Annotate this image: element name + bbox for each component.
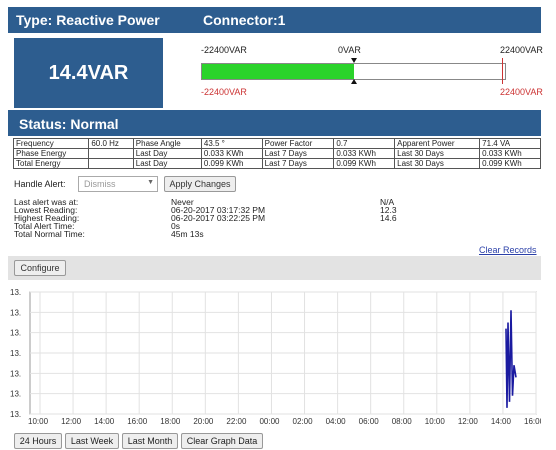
apply-changes-button[interactable]: Apply Changes	[164, 176, 236, 192]
info-table: Frequency 60.0 Hz Phase Angle 43.5 ° Power F…	[12, 138, 541, 169]
info-cell: 0.033 KWh	[333, 148, 396, 159]
x-tick-label: 22:00	[226, 417, 247, 426]
x-tick-label: 16:00	[127, 417, 148, 426]
gauge-max-limit: 22400VAR	[500, 87, 543, 97]
history-graph: 13. 13. 13. 13. 13. 13. 13. 10:00 12:00 14:00 16:0…	[8, 284, 545, 432]
info-row: Total Energy Last Day 0.099 KWh Last 7 Days…	[12, 158, 541, 169]
range-last-week-button[interactable]: Last Week	[65, 433, 119, 449]
info-cell: 0.033 KWh	[200, 148, 263, 159]
info-cell: Last 7 Days	[261, 158, 335, 169]
info-cell: 0.033 KWh	[479, 148, 541, 159]
x-tick-label: 10:00	[425, 417, 446, 426]
info-cell	[88, 148, 134, 159]
info-cell: Apparent Power	[394, 138, 481, 149]
x-tick-label: 14:00	[491, 417, 512, 426]
info-cell: 0.099 KWh	[200, 158, 263, 169]
y-tick-label: 13.	[10, 369, 21, 378]
record-value: 14.6	[380, 213, 397, 223]
configure-button[interactable]: Configure	[14, 260, 66, 276]
record-time: 06-20-2017 03:22:25 PM	[171, 213, 266, 223]
gauge-min-limit: -22400VAR	[201, 87, 247, 97]
record-time: 45m 13s	[171, 229, 204, 239]
info-cell: Last Day	[132, 158, 202, 169]
handle-alert-label: Handle Alert:	[14, 179, 66, 189]
x-tick-label: 12:00	[458, 417, 479, 426]
gauge-zero-marker-bottom	[351, 79, 357, 84]
info-cell: 0.7	[333, 138, 396, 149]
info-cell: 71.4 VA	[479, 138, 541, 149]
x-tick-label: 12:00	[61, 417, 82, 426]
connector-label: Connector:1	[203, 12, 286, 28]
info-cell: Last 30 Days	[394, 148, 481, 159]
alert-action-value: Dismiss	[84, 179, 116, 189]
x-tick-label: 10:00	[28, 417, 49, 426]
info-cell: Last 7 Days	[261, 148, 335, 159]
x-tick-label: 16:00	[524, 417, 541, 426]
y-tick-label: 13.	[10, 390, 21, 399]
info-cell: 0.099 KWh	[479, 158, 541, 169]
info-cell: Phase Angle	[132, 138, 202, 149]
gauge-max-label: 22400VAR	[500, 45, 543, 55]
reading-value: 14.4VAR	[14, 38, 163, 108]
gauge-bar-fill	[202, 64, 354, 79]
chevron-down-icon: ▼	[147, 179, 154, 186]
info-cell: Power Factor	[261, 138, 335, 149]
status-bar: Status: Normal	[8, 110, 541, 136]
info-cell: Total Energy	[12, 158, 90, 169]
gauge-zero-marker-top	[351, 58, 357, 63]
range-24-hours-button[interactable]: 24 Hours	[14, 433, 62, 449]
gauge-limit-line	[502, 58, 503, 84]
gauge-bar	[201, 63, 506, 80]
info-cell	[88, 158, 134, 169]
x-tick-label: 18:00	[160, 417, 181, 426]
clear-graph-data-button[interactable]: Clear Graph Data	[181, 433, 263, 449]
info-cell: 60.0 Hz	[88, 138, 134, 149]
status-label: Status: Normal	[19, 116, 119, 132]
alert-action-select[interactable]: Dismiss ▼	[78, 176, 158, 192]
graph-svg: 13. 13. 13. 13. 13. 13. 13. 10:00 12:00 14:00 16:0…	[10, 288, 545, 426]
info-cell: Last 30 Days	[394, 158, 481, 169]
y-tick-label: 13.	[10, 349, 21, 358]
y-tick-label: 13.	[10, 410, 21, 419]
x-tick-label: 14:00	[94, 417, 115, 426]
info-cell: Last Day	[132, 148, 202, 159]
info-row: Phase Energy Last Day 0.033 KWh Last 7 Days…	[12, 148, 541, 159]
y-tick-label: 13.	[10, 308, 21, 317]
info-cell: Frequency	[12, 138, 90, 149]
clear-records-link[interactable]: Clear Records	[479, 245, 537, 255]
info-cell: Phase Energy	[12, 148, 90, 159]
x-tick-label: 20:00	[193, 417, 214, 426]
x-tick-label: 04:00	[326, 417, 347, 426]
x-tick-label: 02:00	[293, 417, 314, 426]
gauge-mid-label: 0VAR	[338, 45, 361, 55]
info-cell: 0.099 KWh	[333, 158, 396, 169]
y-tick-label: 13.	[10, 288, 21, 297]
x-tick-label: 06:00	[359, 417, 380, 426]
type-label: Type: Reactive Power	[16, 12, 160, 28]
gauge-min-label: -22400VAR	[201, 45, 247, 55]
info-row: Frequency 60.0 Hz Phase Angle 43.5 ° Power F…	[12, 138, 541, 149]
x-tick-label: 08:00	[392, 417, 413, 426]
header-bar: Type: Reactive Power Connector:1	[8, 7, 541, 33]
y-tick-label: 13.	[10, 329, 21, 338]
info-cell: 43.5 °	[200, 138, 263, 149]
range-last-month-button[interactable]: Last Month	[122, 433, 178, 449]
record-label: Total Normal Time:	[14, 229, 85, 239]
x-tick-label: 00:00	[259, 417, 280, 426]
configure-bar: Configure	[8, 256, 541, 280]
